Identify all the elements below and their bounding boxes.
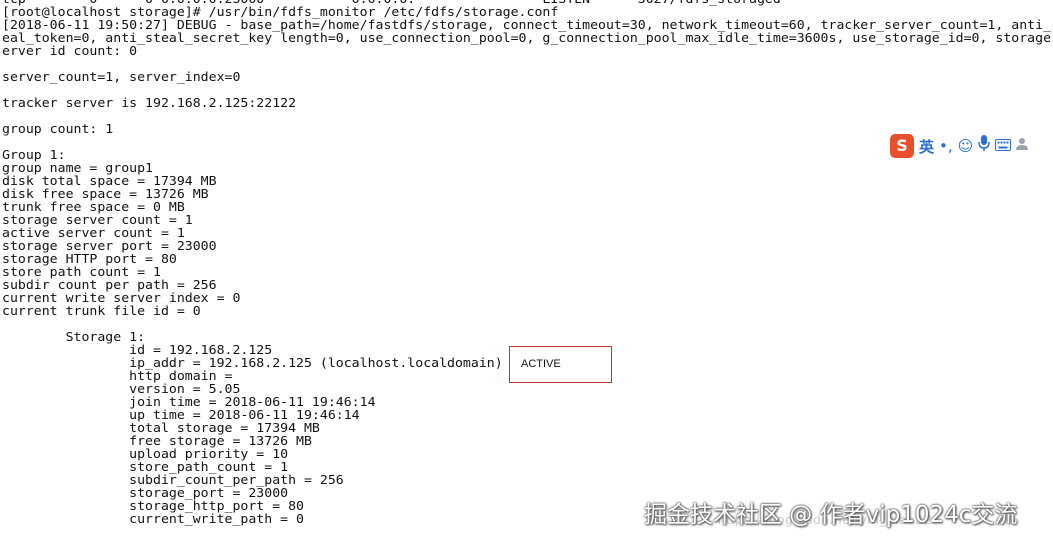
microphone-icon[interactable] <box>978 133 991 159</box>
site-watermark: 掘金技术社区 @ 作者vip1024c交流 <box>644 502 1018 528</box>
active-status-label: ACTIVE <box>521 358 561 370</box>
ime-toolbar[interactable]: S 英 •, ☺ <box>888 133 1033 159</box>
settings-icon[interactable] <box>1016 133 1030 159</box>
terminal-line: tracker server is 192.168.2.125:22122 <box>2 96 297 110</box>
sogou-logo-icon[interactable]: S <box>890 134 914 158</box>
keyboard-icon[interactable] <box>995 133 1012 159</box>
terminal-output[interactable]: tcp 0 0 0.0.0.0:23000 0.0.0.0:* LISTEN 3… <box>2 0 1053 542</box>
terminal-line: erver id count: 0 <box>2 44 138 58</box>
punctuation-icon[interactable]: •, <box>939 133 953 159</box>
terminal-line: server_count=1, server_index=0 <box>2 70 241 84</box>
terminal-line: current trunk file id = 0 <box>2 304 201 318</box>
ime-language-toggle[interactable]: 英 <box>919 136 934 157</box>
terminal-line: group count: 1 <box>2 122 114 136</box>
active-status-highlight: ACTIVE <box>509 346 612 383</box>
terminal-line: eal_token=0, anti_steal_secret_key lengt… <box>2 31 1052 45</box>
emoji-icon[interactable]: ☺ <box>958 133 974 159</box>
terminal-line: current_write_path = 0 <box>2 512 305 526</box>
